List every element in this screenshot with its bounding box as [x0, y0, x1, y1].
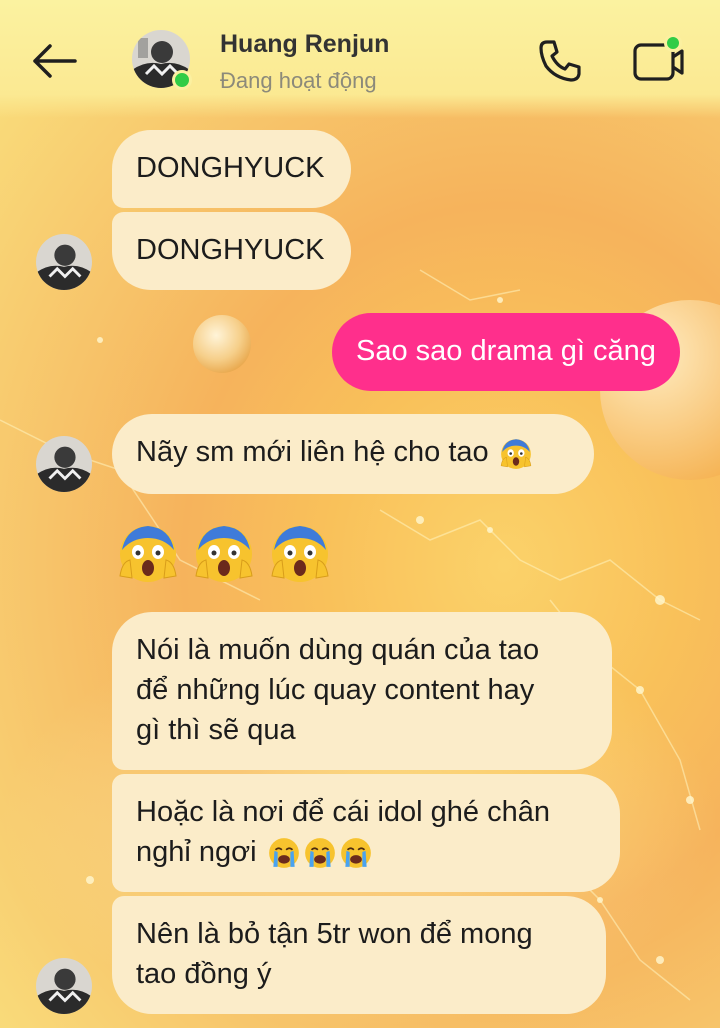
emoji-message[interactable] — [116, 520, 332, 584]
message-bubble-incoming[interactable]: Hoặc là nơi để cái idol ghé chân nghỉ ng… — [112, 774, 620, 892]
message-bubble-outgoing[interactable]: Sao sao drama gì căng — [332, 313, 680, 391]
crying-face-emoji — [340, 838, 371, 869]
video-online-indicator — [664, 34, 682, 52]
message-text: Nãy sm mới liên hệ cho tao — [136, 436, 489, 468]
avatar-photo — [36, 436, 92, 492]
screaming-face-emoji — [500, 439, 531, 470]
phone-icon — [539, 40, 581, 82]
screaming-face-emoji — [119, 526, 177, 582]
sender-avatar[interactable] — [36, 234, 92, 290]
message-text-line: Nói là muốn dùng quán của tao — [136, 634, 540, 666]
back-arrow-icon — [33, 44, 77, 78]
message-bubble-incoming[interactable]: Nãy sm mới liên hệ cho tao — [112, 414, 594, 494]
screaming-face-emoji — [271, 526, 329, 582]
message-text-line: gì thì sẽ qua — [136, 714, 296, 746]
crying-face-emoji — [268, 838, 299, 869]
message-bubble-incoming[interactable]: Nên là bỏ tận 5tr won để mong tao đồng ý — [112, 896, 606, 1014]
avatar-photo — [36, 234, 92, 290]
message-text-line: Hoặc là nơi để cái idol ghé chân — [136, 796, 551, 828]
voice-call-button[interactable] — [534, 36, 586, 86]
contact-status: Đang hoạt động — [220, 68, 377, 93]
video-call-button[interactable] — [630, 34, 686, 86]
chat-header: Huang Renjun Đang hoạt động — [0, 0, 720, 118]
sender-avatar[interactable] — [36, 958, 92, 1014]
back-button[interactable] — [28, 38, 82, 84]
message-text-line: tao đồng ý — [136, 958, 272, 990]
message-text-line: Nên là bỏ tận 5tr won để mong — [136, 918, 533, 950]
message-bubble-incoming[interactable]: DONGHYUCK — [112, 212, 351, 290]
contact-avatar[interactable] — [132, 30, 192, 90]
message-bubble-incoming[interactable]: DONGHYUCK — [112, 130, 351, 208]
contact-name[interactable]: Huang Renjun — [220, 30, 389, 59]
online-indicator — [172, 70, 192, 90]
message-text: DONGHYUCK — [136, 234, 325, 266]
message-text-line: để những lúc quay content hay — [136, 674, 535, 706]
message-text-line: nghỉ ngơi — [136, 836, 257, 868]
sender-avatar[interactable] — [36, 436, 92, 492]
message-text: Sao sao drama gì căng — [356, 335, 656, 367]
message-bubble-incoming[interactable]: Nói là muốn dùng quán của tao để những l… — [112, 612, 612, 770]
avatar-photo — [36, 958, 92, 1014]
screaming-face-emoji — [195, 526, 253, 582]
crying-face-emoji — [304, 838, 335, 869]
message-text: DONGHYUCK — [136, 152, 325, 184]
